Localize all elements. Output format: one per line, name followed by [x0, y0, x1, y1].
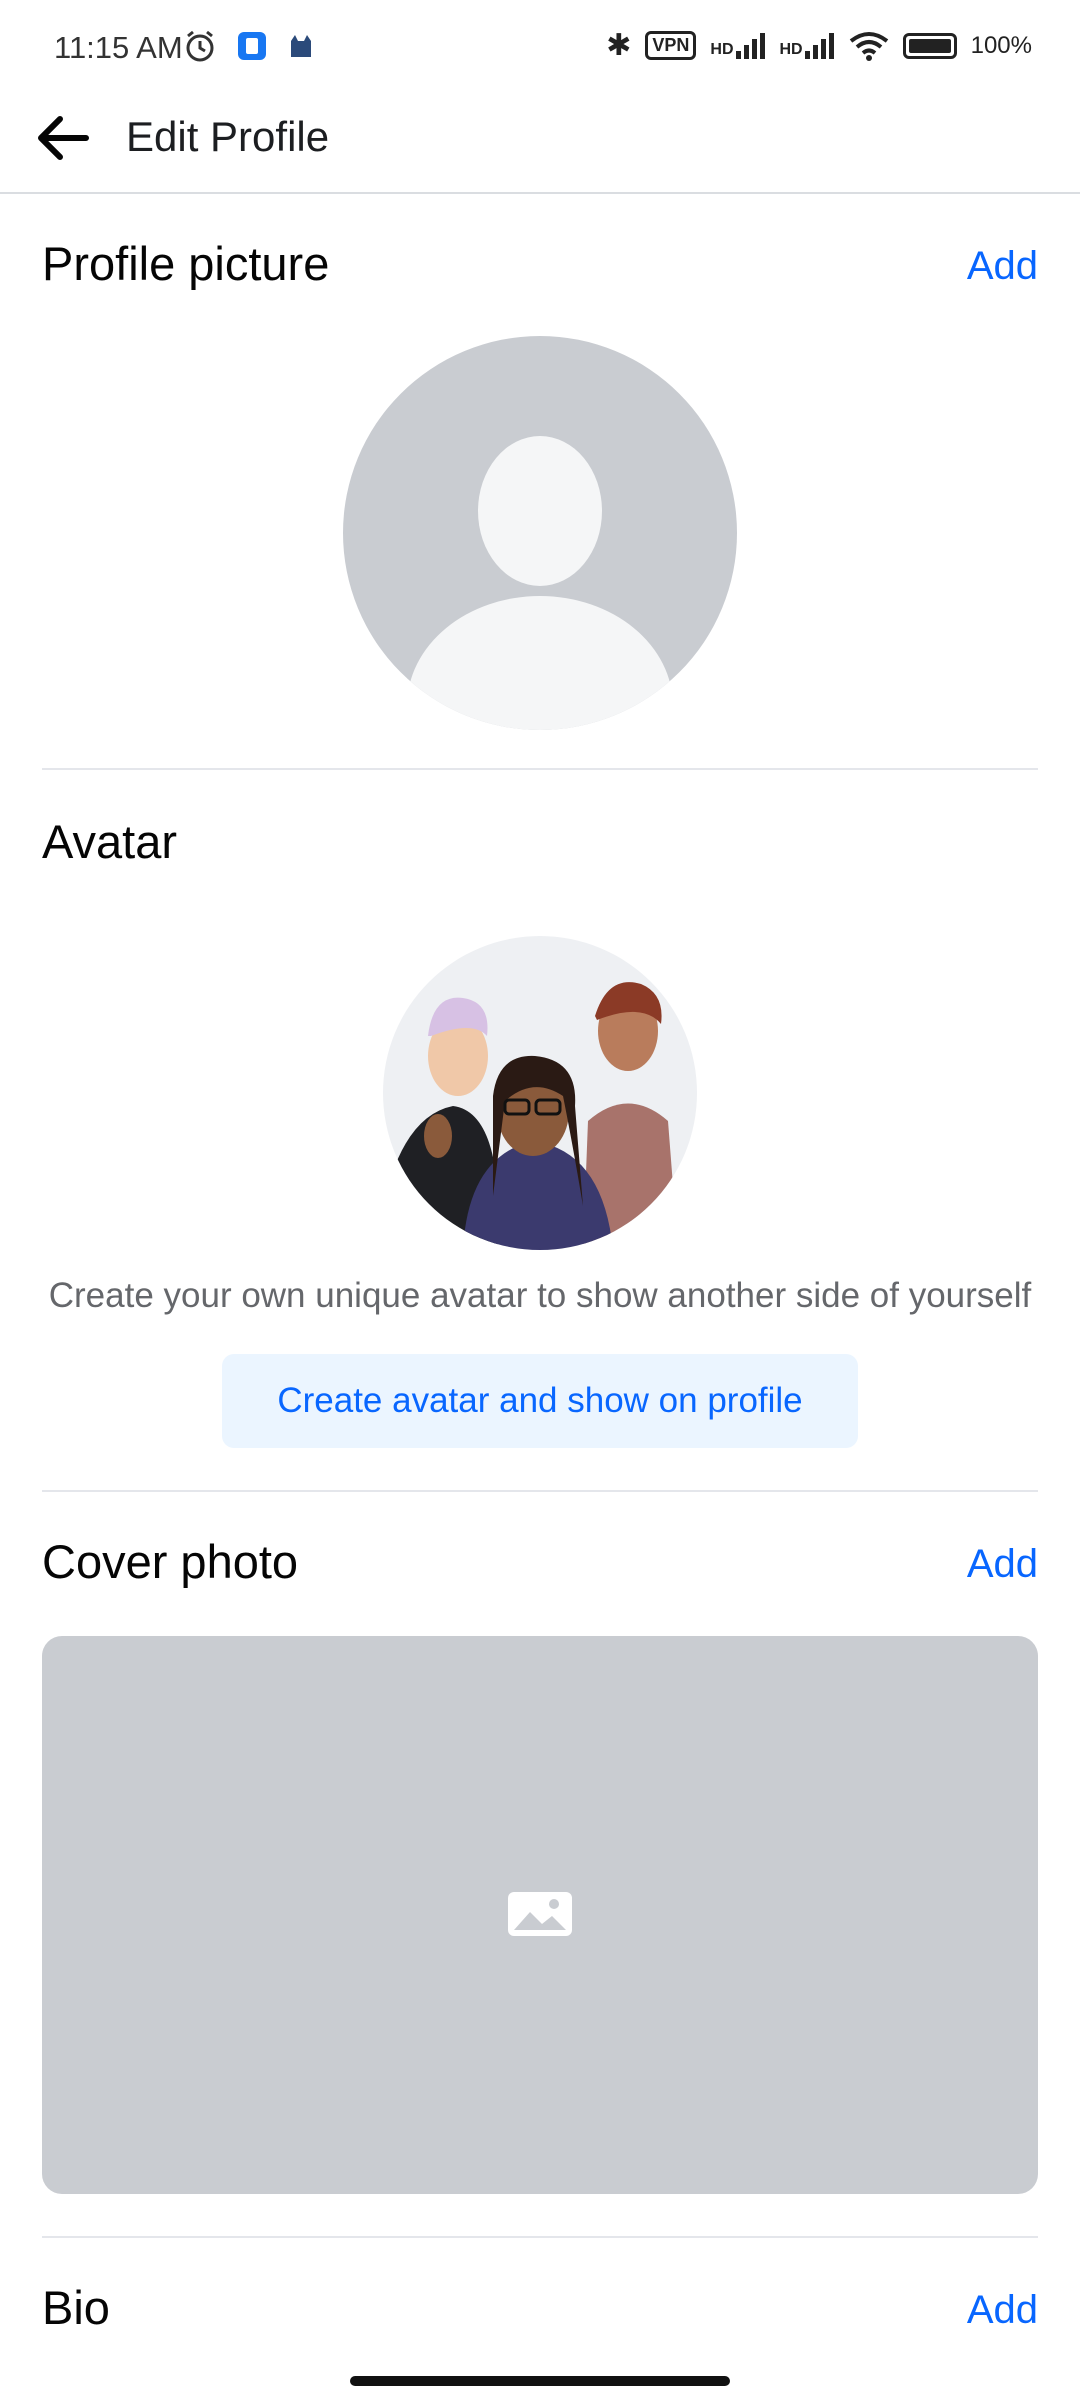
avatar-description: Create your own unique avatar to show an… — [48, 1276, 1032, 1315]
app-notification-icon — [238, 32, 266, 60]
profile-picture-title: Profile picture — [42, 237, 330, 290]
section-divider — [42, 2236, 1038, 2238]
signal-icon: HD — [710, 32, 765, 59]
home-indicator — [350, 2376, 730, 2386]
battery-icon — [902, 32, 957, 59]
section-divider — [42, 1490, 1038, 1492]
avatar-illustration — [383, 936, 697, 1250]
wifi-icon — [849, 31, 888, 61]
signal-icon-2: HD — [780, 32, 835, 59]
status-right-icons: ✱ VPN HD HD 100% — [606, 28, 1032, 63]
bio-title: Bio — [42, 2281, 110, 2334]
image-placeholder-icon — [508, 1892, 572, 1936]
create-avatar-button[interactable]: Create avatar and show on profile — [222, 1354, 858, 1448]
page-title: Edit Profile — [126, 113, 330, 160]
vpn-badge: VPN — [645, 31, 697, 60]
cat-notification-icon — [291, 35, 311, 57]
bio-add-link[interactable]: Add — [967, 2288, 1038, 2333]
header-divider — [0, 192, 1080, 194]
battery-percent: 100% — [970, 31, 1032, 59]
avatar-group-image — [383, 982, 678, 1250]
status-time: 11:15 AM — [54, 30, 183, 65]
profile-picture-add-link[interactable]: Add — [967, 244, 1038, 289]
status-left-icons — [182, 28, 316, 64]
profile-placeholder-head — [478, 436, 602, 586]
cover-photo-title: Cover photo — [42, 1535, 299, 1588]
cover-photo-add-link[interactable]: Add — [967, 1542, 1038, 1587]
profile-picture[interactable] — [343, 336, 737, 730]
avatar-title: Avatar — [42, 815, 177, 868]
back-button[interactable] — [30, 105, 96, 171]
section-divider — [42, 768, 1038, 770]
back-arrow-icon — [38, 116, 89, 160]
alarm-icon — [186, 30, 214, 62]
bluetooth-icon: ✱ — [606, 29, 632, 62]
profile-placeholder-body — [407, 596, 673, 730]
